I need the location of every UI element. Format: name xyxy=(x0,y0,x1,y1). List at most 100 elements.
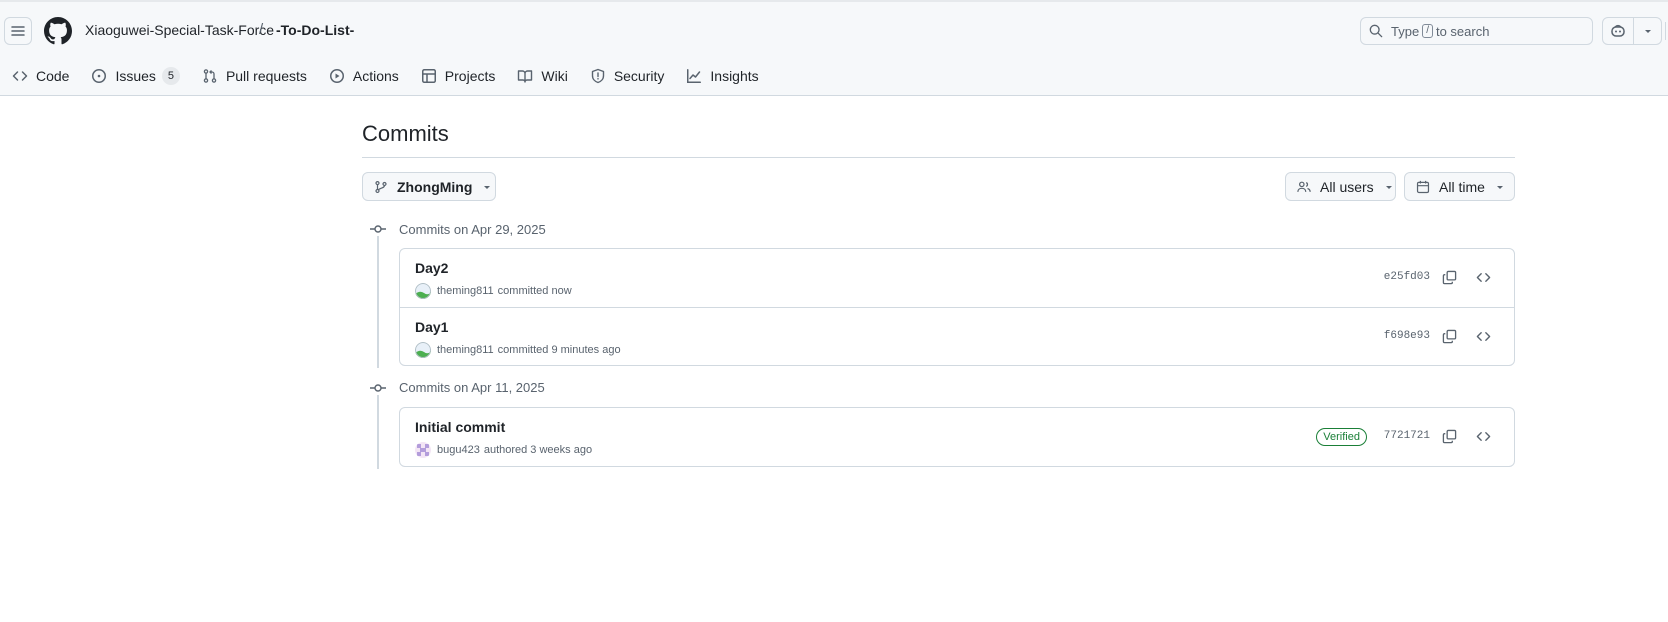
tab-label: Security xyxy=(613,68,665,84)
tab-label: Code xyxy=(36,68,70,84)
browse-repo-button[interactable] xyxy=(1474,268,1492,286)
commit-row: Day1 theming811 committed 9 minutes ago … xyxy=(400,307,1514,365)
git-commit-icon xyxy=(370,384,386,392)
shield-icon xyxy=(591,68,605,84)
browse-repo-button[interactable] xyxy=(1474,327,1492,345)
issue-opened-icon xyxy=(92,69,107,83)
commit-message-link[interactable]: Day1 xyxy=(415,319,448,335)
tab-projects[interactable]: Projects xyxy=(409,63,506,89)
commit-message-link[interactable]: Day2 xyxy=(415,260,448,276)
copilot-icon xyxy=(1611,24,1625,37)
code-icon xyxy=(12,71,28,81)
copilot-button[interactable] xyxy=(1603,18,1635,44)
code-icon xyxy=(1476,331,1490,341)
commit-meta: bugu423 authored 3 weeks ago xyxy=(415,442,592,458)
breadcrumb-separator: / xyxy=(259,21,264,38)
copy-icon xyxy=(1442,329,1456,343)
commit-author-link[interactable]: theming811 xyxy=(437,344,494,356)
play-icon xyxy=(329,69,344,83)
people-icon xyxy=(1297,181,1311,192)
commit-meta: theming811 committed 9 minutes ago xyxy=(415,342,621,358)
avatar[interactable] xyxy=(415,283,431,299)
breadcrumb-owner-link[interactable]: Xiaoguwei-Special-Task-Force xyxy=(85,22,274,38)
timeline-line xyxy=(377,236,379,368)
code-icon xyxy=(1476,272,1490,282)
git-branch-icon xyxy=(375,180,387,193)
copilot-dropdown-button[interactable] xyxy=(1634,18,1661,44)
commit-group-label: Commits on Apr 11, 2025 xyxy=(399,380,545,395)
commit-author-link[interactable]: bugu423 xyxy=(437,444,480,456)
tab-label: Projects xyxy=(444,68,496,84)
timeline-line xyxy=(377,395,379,469)
commit-list: Day2 theming811 committed now e25fd03 Da… xyxy=(399,248,1515,366)
search-icon xyxy=(1369,24,1383,38)
commit-group-label: Commits on Apr 29, 2025 xyxy=(399,222,546,237)
tab-label: Wiki xyxy=(541,68,568,84)
graph-icon xyxy=(687,69,702,83)
git-commit-icon xyxy=(370,225,386,233)
breadcrumb-repo-link[interactable]: -To-Do-List- xyxy=(276,22,354,38)
tab-label: Insights xyxy=(710,68,759,84)
branch-name: ZhongMing xyxy=(397,178,473,195)
tab-code[interactable]: Code xyxy=(0,63,79,89)
avatar[interactable] xyxy=(415,442,431,458)
commit-row: Day2 theming811 committed now e25fd03 xyxy=(400,249,1514,307)
search-shortcut-key: / xyxy=(1422,24,1433,38)
commit-list: Initial commit bugu423 authored 3 weeks … xyxy=(399,407,1515,467)
menu-button[interactable] xyxy=(4,17,32,45)
commit-sha-link[interactable]: f698e93 xyxy=(1384,330,1430,342)
title-divider xyxy=(362,157,1515,158)
header-divider xyxy=(1665,22,1666,40)
tab-label: Issues xyxy=(115,68,156,84)
tab-label: Pull requests xyxy=(225,68,307,84)
triangle-down-icon xyxy=(1644,30,1651,33)
avatar[interactable] xyxy=(415,342,431,358)
page-title: Commits xyxy=(362,121,449,146)
copy-sha-button[interactable] xyxy=(1440,327,1458,345)
code-icon xyxy=(1476,431,1490,441)
book-icon xyxy=(518,70,533,83)
tab-wiki[interactable]: Wiki xyxy=(505,63,577,89)
tab-insights[interactable]: Insights xyxy=(674,63,768,89)
triangle-down-icon xyxy=(1496,185,1503,189)
commit-sha-link[interactable]: 7721721 xyxy=(1384,430,1430,442)
browse-repo-button[interactable] xyxy=(1474,427,1492,445)
commit-row: Initial commit bugu423 authored 3 weeks … xyxy=(400,408,1514,466)
search-input[interactable]: Type / to search xyxy=(1360,17,1593,45)
github-logo-icon[interactable] xyxy=(44,17,72,45)
copy-sha-button[interactable] xyxy=(1440,427,1458,445)
hamburger-icon xyxy=(11,26,25,36)
app-header: Xiaoguwei-Special-Task-Force / -To-Do-Li… xyxy=(0,0,1668,96)
search-placeholder-prefix: Type xyxy=(1391,23,1420,39)
commit-sha-link[interactable]: e25fd03 xyxy=(1384,271,1430,283)
commit-message-link[interactable]: Initial commit xyxy=(415,419,505,435)
time-filter-label: All time xyxy=(1439,178,1485,195)
copilot-button-group xyxy=(1602,17,1662,45)
tab-pull-requests[interactable]: Pull requests xyxy=(190,63,317,89)
repo-nav-tabs: Code Issues 5 Pull requests Actions Proj… xyxy=(0,63,769,89)
commit-time: committed 9 minutes ago xyxy=(497,344,621,356)
tab-issues[interactable]: Issues 5 xyxy=(79,63,189,89)
triangle-down-icon xyxy=(484,185,491,189)
commit-meta: theming811 committed now xyxy=(415,283,572,299)
users-filter-label: All users xyxy=(1320,178,1374,195)
branch-select-button[interactable]: ZhongMing xyxy=(362,172,496,201)
copy-icon xyxy=(1442,270,1456,284)
tab-security[interactable]: Security xyxy=(578,63,675,89)
users-filter-button[interactable]: All users xyxy=(1285,172,1396,201)
tab-actions[interactable]: Actions xyxy=(317,63,409,89)
git-pull-request-icon xyxy=(203,69,217,83)
issues-count-badge: 5 xyxy=(161,67,180,85)
copy-icon xyxy=(1442,429,1456,443)
time-filter-button[interactable]: All time xyxy=(1404,172,1515,201)
triangle-down-icon xyxy=(1385,185,1392,189)
commit-author-link[interactable]: theming811 xyxy=(437,285,494,297)
table-icon xyxy=(421,69,436,83)
commit-time: authored 3 weeks ago xyxy=(483,444,593,456)
copy-sha-button[interactable] xyxy=(1440,268,1458,286)
calendar-icon xyxy=(1416,180,1430,193)
tab-label: Actions xyxy=(352,68,399,84)
commit-time: committed now xyxy=(497,285,572,297)
verified-badge[interactable]: Verified xyxy=(1316,428,1367,446)
search-placeholder-suffix: to search xyxy=(1435,23,1490,39)
